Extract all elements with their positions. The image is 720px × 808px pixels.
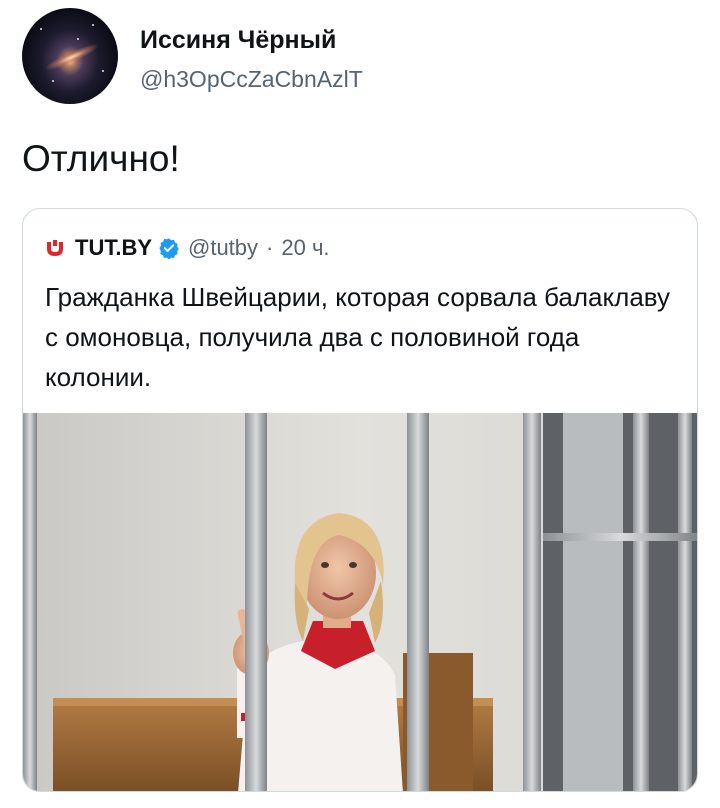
quoted-source-name[interactable]: TUT.BY [75, 235, 152, 261]
author-display-name[interactable]: Иссиня Чёрный [140, 26, 336, 55]
verified-badge-icon [159, 238, 179, 259]
author-avatar[interactable] [22, 8, 118, 104]
tweet-text: Отлично! [22, 138, 180, 179]
quoted-tweet-text: Гражданка Швейцарии, которая сорвала бал… [45, 282, 671, 392]
tweet-header: Иссиня Чёрный @h3OpCcZaCbnAzlT [22, 8, 702, 108]
quoted-tweet-header: TUT.BY @tutby · 20 ч. [45, 233, 330, 263]
quoted-tweet-photo[interactable] [23, 413, 698, 792]
quoted-source-handle[interactable]: @tutby [188, 235, 258, 261]
author-handle[interactable]: @h3OpCcZaCbnAzlT [140, 66, 363, 93]
separator-dot: · [266, 235, 274, 260]
quoted-tweet-card[interactable]: TUT.BY @tutby · 20 ч. Гражданка Швейцари… [22, 208, 698, 792]
quoted-timestamp[interactable]: 20 ч. [281, 235, 329, 261]
tutby-logo-icon [47, 240, 63, 256]
